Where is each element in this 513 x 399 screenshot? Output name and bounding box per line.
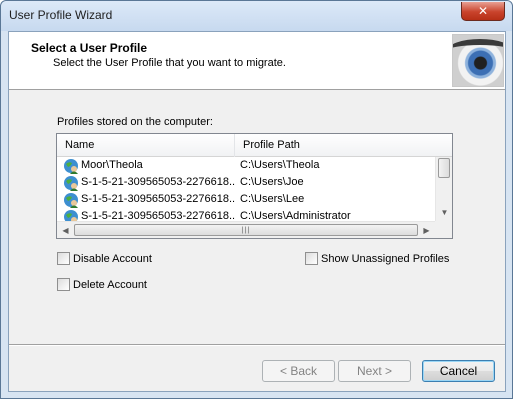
footer-divider: [9, 344, 505, 346]
close-icon: ✕: [477, 4, 489, 18]
window-title: User Profile Wizard: [9, 8, 113, 22]
page-subtitle: Select the User Profile that you want to…: [53, 57, 286, 69]
horizontal-scrollbar[interactable]: ◀ ||| ▶: [57, 221, 435, 238]
row-name: S-1-5-21-309565053-2276618...: [81, 193, 235, 205]
back-button[interactable]: < Back: [262, 360, 335, 382]
checkbox-box[interactable]: [57, 252, 70, 265]
checkbox-box[interactable]: [57, 278, 70, 291]
user-globe-icon: [64, 159, 78, 174]
scroll-right-icon[interactable]: ▶: [418, 222, 435, 238]
row-name: Moor\Theola: [81, 159, 143, 171]
horizontal-scroll-thumb[interactable]: |||: [74, 224, 418, 236]
table-row[interactable]: S-1-5-21-309565053-2276618... C:\Users\A…: [57, 209, 435, 221]
row-path: C:\Users\Theola: [240, 159, 320, 171]
scroll-down-icon[interactable]: ▼: [436, 204, 452, 221]
table-row[interactable]: S-1-5-21-309565053-2276618... C:\Users\J…: [57, 175, 435, 192]
title-bar[interactable]: User Profile Wizard ✕: [1, 1, 512, 31]
cancel-button[interactable]: Cancel: [422, 360, 495, 382]
profiles-label: Profiles stored on the computer:: [57, 116, 213, 128]
row-name: S-1-5-21-309565053-2276618...: [81, 176, 235, 188]
row-path: C:\Users\Lee: [240, 193, 305, 205]
user-globe-icon: [64, 210, 78, 221]
column-header-profile-path[interactable]: Profile Path: [235, 134, 435, 157]
row-name: S-1-5-21-309565053-2276618...: [81, 210, 235, 221]
profiles-list[interactable]: Name Profile Path Moor\Theola C:\Users\T…: [56, 133, 453, 239]
row-path: C:\Users\Joe: [240, 176, 304, 188]
user-globe-icon: [64, 193, 78, 208]
disable-account-label: Disable Account: [73, 252, 152, 265]
wizard-window: User Profile Wizard ✕ Select a User Prof…: [0, 0, 513, 399]
checkbox-box[interactable]: [305, 252, 318, 265]
eye-icon: [452, 34, 504, 87]
delete-account-checkbox[interactable]: Delete Account: [57, 278, 147, 291]
wizard-header: Select a User Profile Select the User Pr…: [9, 32, 505, 90]
list-header: Name Profile Path: [57, 134, 452, 157]
delete-account-label: Delete Account: [73, 278, 147, 291]
user-globe-icon: [64, 176, 78, 191]
table-row[interactable]: S-1-5-21-309565053-2276618... C:\Users\L…: [57, 192, 435, 209]
close-button[interactable]: ✕: [461, 2, 505, 21]
page-title: Select a User Profile: [31, 41, 148, 55]
disable-account-checkbox[interactable]: Disable Account: [57, 252, 152, 265]
show-unassigned-checkbox[interactable]: Show Unassigned Profiles: [305, 252, 449, 265]
table-row[interactable]: Moor\Theola C:\Users\Theola: [57, 158, 435, 175]
vertical-scroll-thumb[interactable]: [438, 158, 450, 178]
scroll-left-icon[interactable]: ◀: [57, 222, 74, 238]
row-path: C:\Users\Administrator: [240, 210, 351, 221]
scroll-corner: [435, 221, 452, 238]
show-unassigned-label: Show Unassigned Profiles: [321, 252, 450, 265]
column-header-name[interactable]: Name: [57, 134, 235, 157]
vertical-scrollbar[interactable]: ▲ ▼: [435, 157, 452, 221]
wizard-body: Select a User Profile Select the User Pr…: [8, 31, 506, 392]
next-button[interactable]: Next >: [338, 360, 411, 382]
